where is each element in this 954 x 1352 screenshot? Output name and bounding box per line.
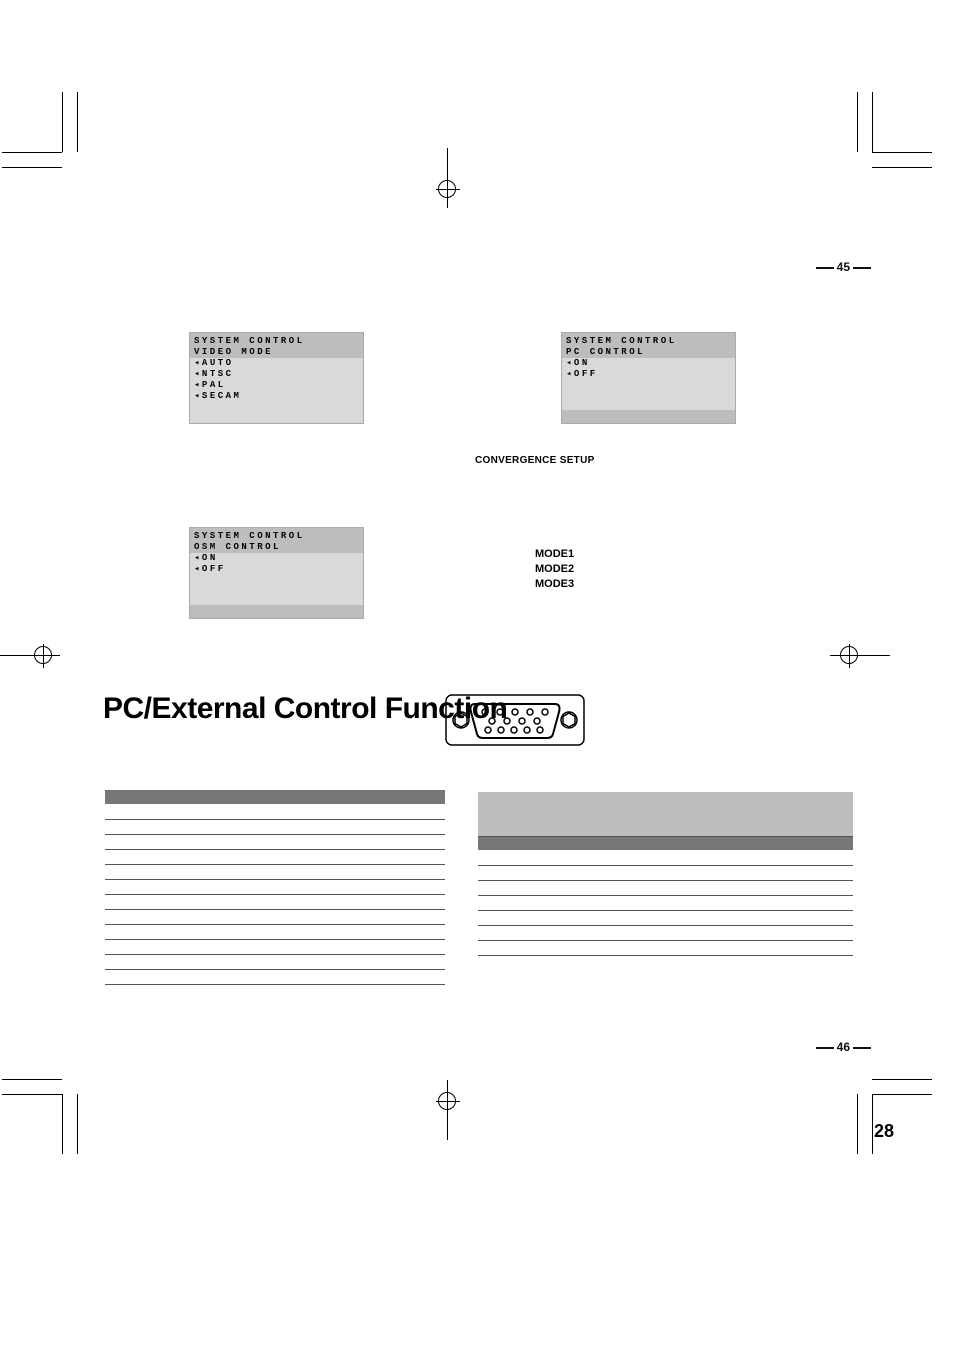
convergence-heading: CONVERGENCE SETUP — [475, 455, 595, 466]
mode-list: MODE1 MODE2 MODE3 — [535, 547, 574, 592]
dsub-connector-icon — [445, 694, 585, 746]
osd-pc-control: SYSTEM CONTROL PC CONTROL ◂ON ◂OFF — [561, 332, 736, 424]
page-code-bottom: 46 — [813, 1040, 874, 1054]
page-number: 28 — [874, 1121, 894, 1142]
osd-osm-control: SYSTEM CONTROL OSM CONTROL ◂ON ◂OFF — [189, 527, 364, 619]
page-code-top: 45 — [813, 260, 874, 274]
pin-table-left — [105, 790, 445, 985]
osd-video-mode: SYSTEM CONTROL VIDEO MODE ◂AUTO ◂NTSC ◂P… — [189, 332, 364, 424]
spec-table-right — [478, 792, 853, 956]
